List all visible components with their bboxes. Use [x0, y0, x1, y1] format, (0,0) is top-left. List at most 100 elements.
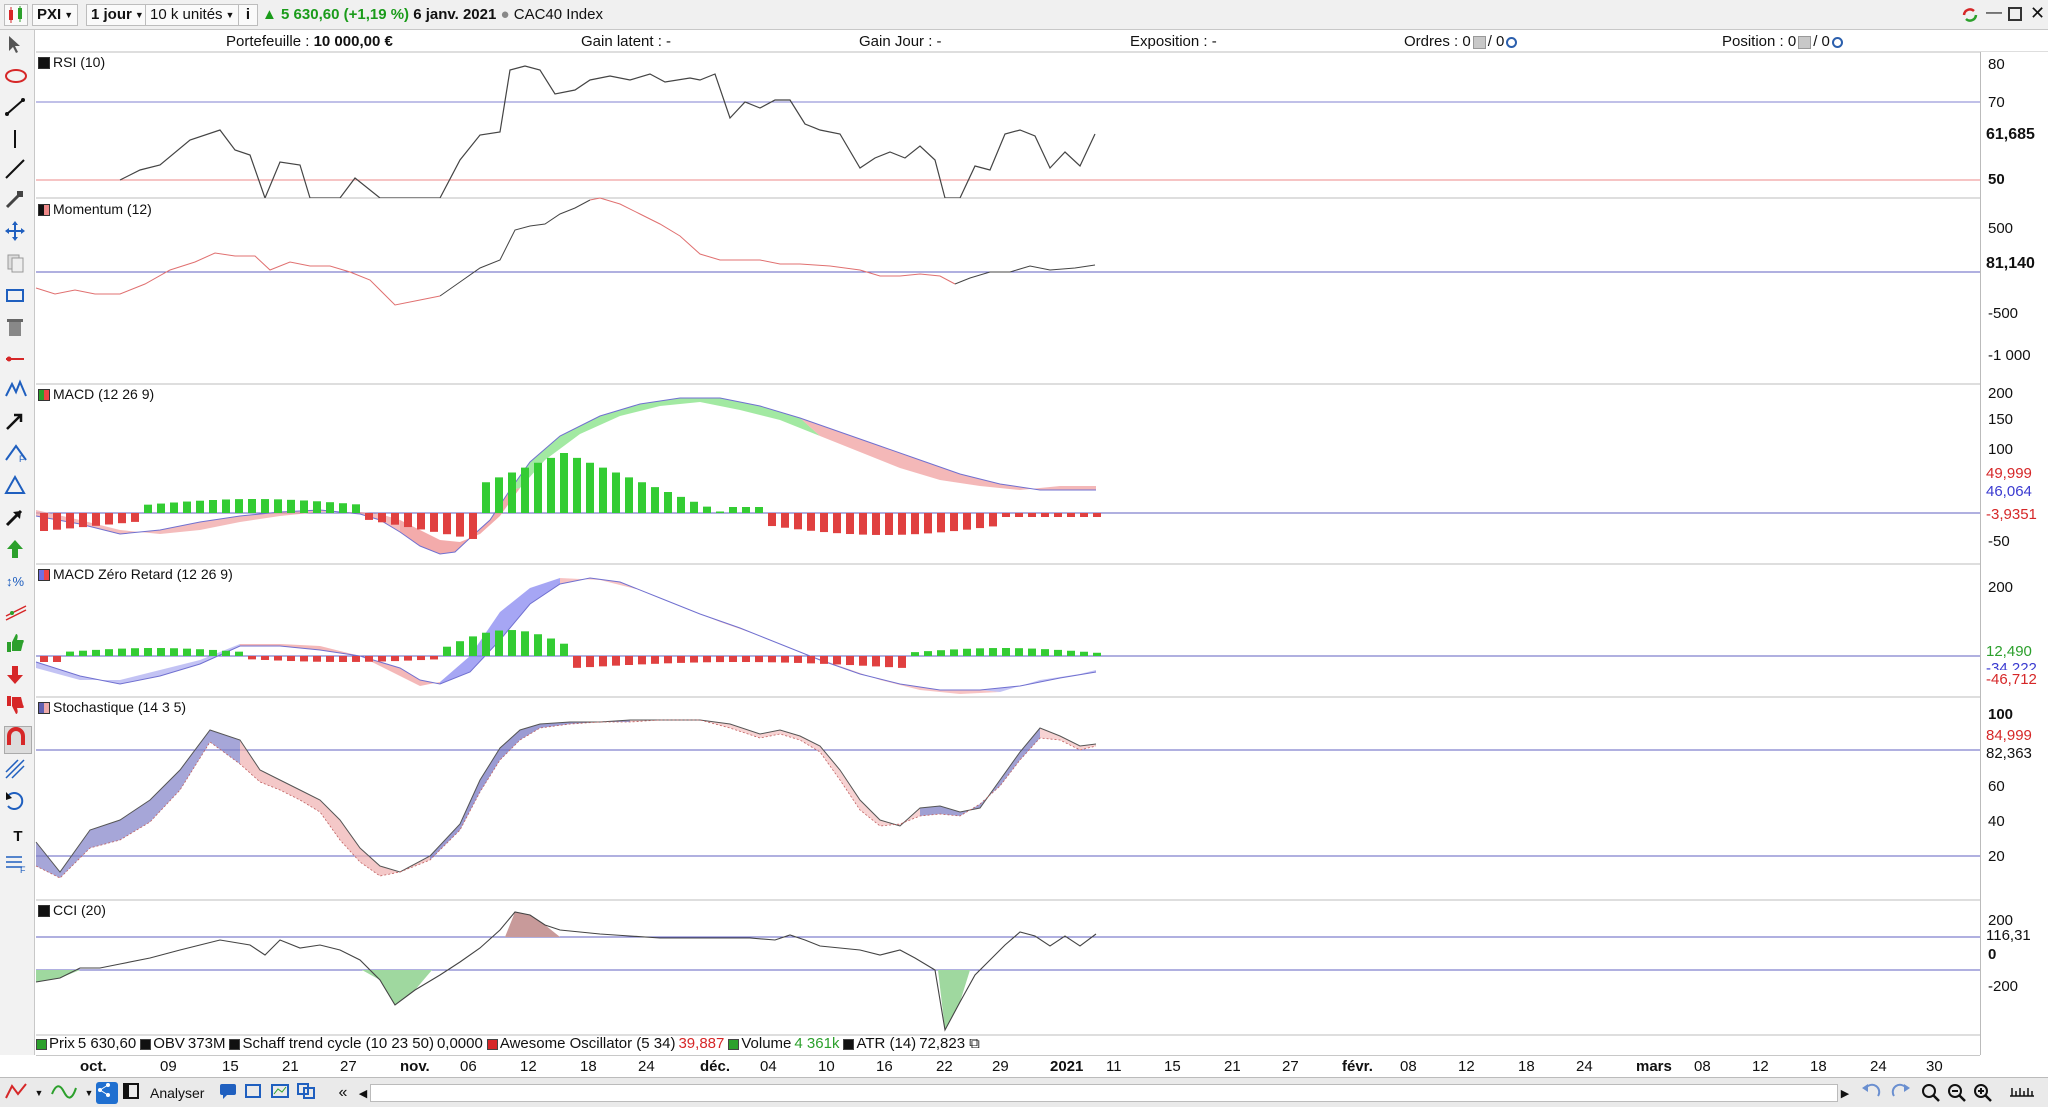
macdzr-histogram-bar	[456, 641, 464, 656]
macd-histogram-bar	[885, 513, 893, 535]
macdzr-histogram-bar	[404, 656, 412, 661]
rsi-title[interactable]: RSI (10)	[38, 54, 106, 70]
redo-icon[interactable]	[1890, 1082, 1914, 1104]
date-tick: 24	[1576, 1058, 1593, 1075]
chart-area[interactable]	[0, 0, 2048, 1107]
macd-histogram-bar	[859, 513, 867, 535]
macd-histogram-bar	[729, 507, 737, 513]
macdzr-histogram-bar	[261, 656, 269, 660]
macd-histogram-bar	[326, 502, 334, 513]
cci-line	[35, 911, 1097, 1032]
momentum-tick: -1 000	[1988, 347, 2031, 364]
zoom-fit-icon[interactable]	[1920, 1082, 1944, 1104]
wave-indicator-icon[interactable]	[50, 1082, 80, 1104]
macdzr-histogram-bar	[937, 650, 945, 656]
macdzr-histogram-bar	[378, 656, 386, 662]
macdzr-histogram-bar	[924, 651, 932, 656]
date-axis[interactable]: oct. 09 15 21 27 nov. 06 12 18 24 déc. 04 10 16 22 29 20…	[36, 1055, 1980, 1077]
macd-title[interactable]: MACD (12 26 9)	[38, 386, 155, 402]
chart-window-icon[interactable]	[270, 1082, 292, 1104]
macd-histogram-bar	[781, 513, 789, 528]
layout-icon[interactable]	[122, 1082, 144, 1104]
macdzr-histogram-bar	[365, 656, 373, 662]
stoch-value-1: 84,999	[1986, 727, 2032, 744]
macd-histogram-bar	[573, 457, 581, 513]
stoch-band-blue	[430, 720, 630, 860]
legend-item[interactable]: ATR (14) 72,823	[843, 1035, 965, 1052]
legend-value: 373M	[187, 1035, 226, 1052]
date-tick: 18	[1810, 1058, 1827, 1075]
macdzr-histogram-bar	[768, 656, 776, 663]
zoom-in-icon[interactable]	[1972, 1082, 1996, 1104]
macdzr-histogram-bar	[287, 656, 295, 662]
macd-histogram-bar	[1041, 513, 1049, 517]
macdzr-histogram-bar	[313, 656, 321, 662]
zoom-out-icon[interactable]	[1946, 1082, 1970, 1104]
macdzr-histogram-bar	[703, 656, 711, 663]
macd-histogram-bar	[1015, 513, 1023, 517]
macdzr-title[interactable]: MACD Zéro Retard (12 26 9)	[38, 566, 233, 582]
macd-histogram-bar	[820, 513, 828, 533]
indicator-menu-caret-icon[interactable]: ▼	[32, 1082, 46, 1104]
horizontal-scrollbar[interactable]	[370, 1084, 1838, 1102]
momentum-line-down	[589, 197, 956, 285]
legend-item[interactable]: Volume 4 361k	[728, 1035, 839, 1052]
cci-title[interactable]: CCI (20)	[38, 902, 106, 918]
legend-name: ATR (14)	[856, 1035, 917, 1052]
macd-histogram-bar	[807, 513, 815, 531]
macdzr-histogram-bar	[495, 630, 503, 656]
momentum-title[interactable]: Momentum (12)	[38, 201, 152, 217]
date-tick: 18	[580, 1058, 597, 1075]
macd-histogram-bar	[638, 482, 646, 513]
scroll-right-icon[interactable]: ▶	[1838, 1082, 1852, 1104]
macdzr-histogram-bar	[521, 631, 529, 656]
macd-histogram-bar	[508, 472, 516, 513]
macd-histogram-bar	[1093, 513, 1101, 517]
macd-band-green	[510, 398, 820, 490]
macdzr-band-red	[240, 644, 440, 686]
scale-icon[interactable]	[2008, 1082, 2038, 1104]
macd-histogram-bar	[248, 499, 256, 513]
legend-item[interactable]: OBV 373M	[140, 1035, 225, 1052]
macdzr-histogram-bar	[976, 648, 984, 656]
cci-last-value: 116,31	[1986, 927, 2031, 944]
stoch-tick: 20	[1988, 848, 2005, 865]
indicator-menu-icon[interactable]	[4, 1082, 30, 1104]
scroll-left-icon[interactable]: ◀	[356, 1082, 370, 1104]
wave-caret-icon[interactable]: ▼	[82, 1082, 96, 1104]
window-icon[interactable]	[244, 1082, 266, 1104]
expand-legend-icon[interactable]: ⧉	[969, 1035, 980, 1052]
legend-item[interactable]: Schaff trend cycle (10 23 50) 0,0000	[229, 1035, 483, 1052]
macd-histogram-bar	[1054, 513, 1062, 517]
macd-histogram-bar	[742, 507, 750, 513]
macdzr-histogram-bar	[118, 648, 126, 656]
date-tick: 04	[760, 1058, 777, 1075]
analyser-button[interactable]: Analyser	[150, 1082, 204, 1104]
undo-icon[interactable]	[1860, 1082, 1884, 1104]
macdzr-histogram-bar	[339, 656, 347, 662]
macdzr-histogram-bar	[872, 656, 880, 667]
share-icon[interactable]	[96, 1082, 118, 1104]
macdzr-histogram-bar	[1002, 648, 1010, 656]
macdzr-histogram-bar	[482, 632, 490, 656]
stoch-d-line	[35, 719, 1097, 879]
date-tick: nov.	[400, 1058, 430, 1075]
macd-histogram-bar	[963, 513, 971, 530]
macd-band-red	[800, 418, 1096, 490]
date-tick: oct.	[80, 1058, 107, 1075]
rsi-tick: 50	[1988, 171, 2005, 188]
legend-item[interactable]: Prix 5 630,60	[36, 1035, 136, 1052]
stoch-title[interactable]: Stochastique (14 3 5)	[38, 699, 187, 715]
compare-icon[interactable]	[296, 1082, 318, 1104]
macdzr-histogram-bar	[443, 646, 451, 656]
macd-histogram-bar	[495, 477, 503, 513]
macd-histogram-bar	[794, 513, 802, 530]
legend-item[interactable]: Awesome Oscillator (5 34) 39,887	[486, 1035, 724, 1052]
macd-histogram-bar	[521, 467, 529, 513]
collapse-icon[interactable]: «	[336, 1082, 350, 1104]
chat-icon[interactable]	[218, 1082, 240, 1104]
macd-histogram-bar	[196, 500, 204, 513]
macd-histogram-bar	[703, 506, 711, 513]
stoch-value-2: 82,363	[1986, 745, 2032, 762]
macdzr-histogram-bar	[716, 656, 724, 663]
